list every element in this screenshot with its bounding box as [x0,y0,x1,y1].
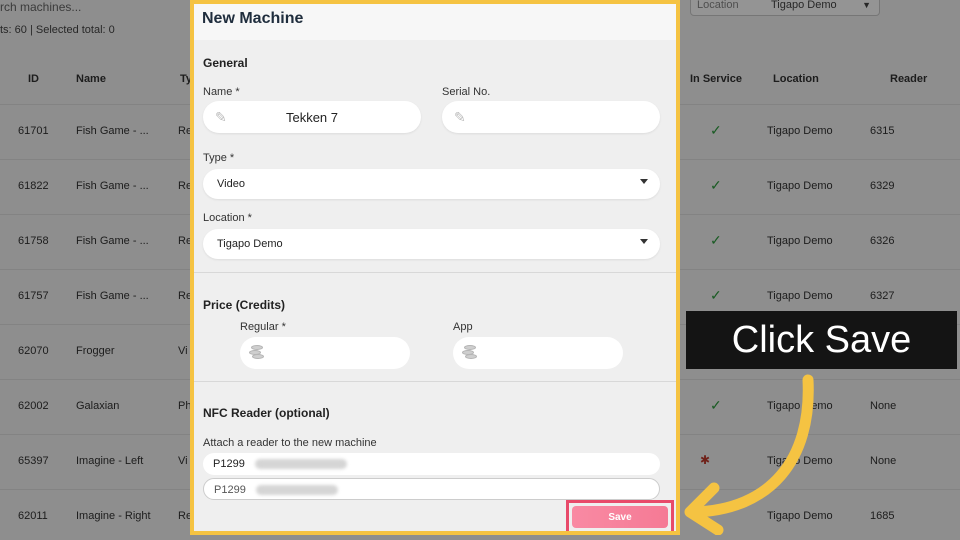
nfc-option-value: P1299 [214,484,246,496]
chevron-down-icon [640,179,648,184]
nfc-reader-input[interactable]: P1299 [203,453,660,475]
section-price: Price (Credits) [203,298,286,312]
app-price-label: App [453,321,473,333]
redacted-serial [256,485,338,495]
name-label: Name * [203,86,240,98]
coins-icon [462,345,478,361]
nfc-reader-option[interactable]: P1299 [203,478,660,500]
modal-title: New Machine [202,10,304,27]
serial-input[interactable]: ✎ [442,101,660,133]
name-value: Tekken 7 [285,110,339,125]
chevron-down-icon [640,239,648,244]
location-label: Location * [203,212,252,224]
location-value: Tigapo Demo [217,238,283,250]
type-value: Video [217,178,245,190]
modal-header: New Machine [194,4,676,40]
section-nfc: NFC Reader (optional) [203,406,330,420]
section-general: General [203,56,248,70]
save-button[interactable]: Save [572,506,668,528]
save-button-highlight: Save [566,500,674,531]
app-price-input[interactable] [453,337,623,369]
new-machine-modal: New Machine General Name * ✎ Tekken 7 Se… [190,0,680,535]
nfc-input-value: P1299 [213,458,245,470]
regular-price-input[interactable] [240,337,410,369]
nfc-hint: Attach a reader to the new machine [203,437,377,449]
type-select[interactable]: Video [203,169,660,199]
redacted-serial [255,459,347,469]
regular-price-label: Regular * [240,321,286,333]
section-divider [194,381,676,382]
pencil-icon: ✎ [454,109,466,125]
section-divider [194,272,676,273]
type-label: Type * [203,152,235,164]
location-select[interactable]: Tigapo Demo [203,229,660,259]
instruction-callout: Click Save [686,311,957,369]
name-input[interactable]: ✎ Tekken 7 [203,101,421,133]
serial-label: Serial No. [442,86,491,98]
coins-icon [249,345,265,361]
arrow-icon [684,374,814,535]
